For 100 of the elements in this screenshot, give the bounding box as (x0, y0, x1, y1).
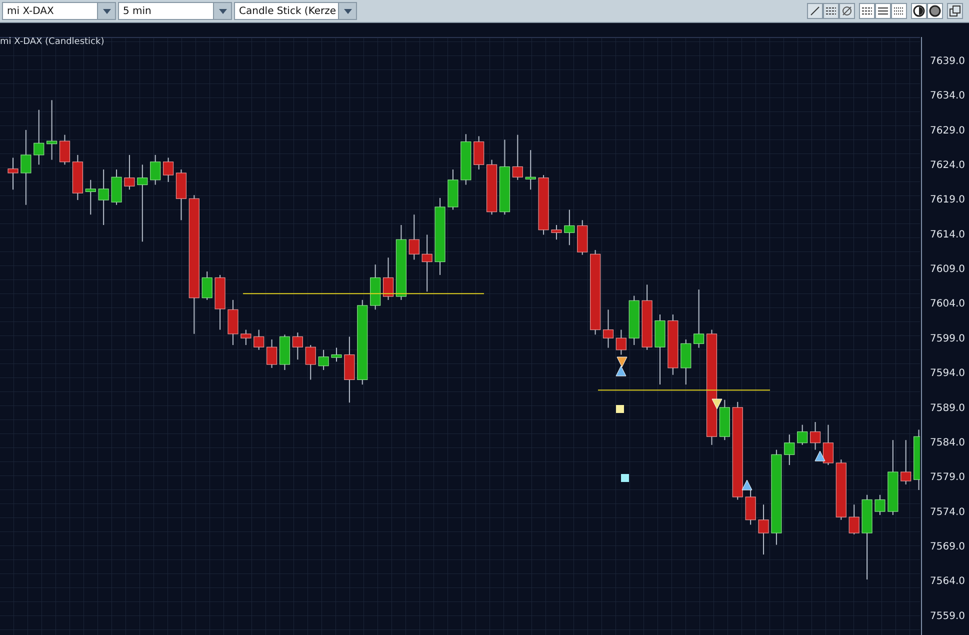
square-marker (621, 474, 629, 482)
candle (628, 295, 640, 346)
candle (914, 429, 920, 490)
candle (719, 399, 730, 441)
caret-icon (344, 8, 352, 14)
candle (538, 174, 549, 236)
candle (900, 440, 912, 485)
candle (512, 134, 523, 180)
candle (564, 209, 575, 246)
line-button[interactable] (807, 3, 823, 19)
candle (822, 424, 834, 466)
circle-slash-icon (840, 4, 854, 18)
candle (46, 100, 58, 160)
candle (758, 504, 769, 556)
up-triangle-icon (616, 366, 626, 376)
horizontal-lines-button[interactable] (823, 3, 839, 19)
dropdown[interactable]: Candle Stick (Kerze (234, 2, 358, 20)
candle (98, 169, 109, 226)
candle (602, 309, 614, 348)
candle (305, 344, 316, 380)
candle (254, 329, 264, 350)
axis-label: 7584.0 (930, 437, 965, 448)
candle (836, 458, 846, 520)
candle (680, 338, 692, 386)
candle (331, 347, 342, 362)
up-triangle-icon (742, 480, 752, 490)
axis-label: 7564.0 (930, 576, 965, 588)
candle (292, 332, 303, 360)
candle (8, 157, 18, 190)
candle (460, 134, 472, 186)
line-icon (808, 4, 822, 18)
candle (654, 314, 666, 386)
candle (474, 136, 484, 170)
candle (486, 159, 498, 216)
candle (810, 422, 821, 450)
caret-icon (218, 8, 226, 14)
candle (176, 169, 187, 221)
axis-label: 7594.0 (930, 368, 965, 380)
candle (124, 154, 135, 190)
candle (85, 179, 96, 216)
windows-icon (948, 4, 962, 18)
candle (279, 334, 290, 370)
axis-label: 7639.0 (930, 56, 965, 67)
candle (202, 270, 212, 300)
down-triangle-icon (712, 398, 722, 410)
candle (382, 257, 394, 300)
half-circle-button[interactable] (911, 3, 927, 19)
candle (214, 274, 226, 330)
axis-label: 7619.0 (930, 194, 965, 206)
axis-label: 7604.0 (930, 298, 965, 310)
candle (72, 154, 83, 201)
grid-lines-button[interactable] (859, 3, 875, 19)
candle (448, 169, 458, 210)
candle (59, 134, 70, 166)
candle (228, 299, 238, 346)
windows-button[interactable] (947, 3, 963, 19)
grid-lines-button[interactable] (875, 3, 891, 19)
candle (784, 434, 795, 466)
axis-label: 7609.0 (930, 264, 965, 276)
grid-lines-button[interactable] (891, 3, 907, 19)
candle (370, 264, 381, 310)
candle (874, 494, 886, 516)
axis-label: 7624.0 (930, 160, 965, 171)
candle (694, 289, 704, 348)
square-marker (616, 405, 624, 413)
candle (408, 214, 420, 260)
candle (150, 154, 161, 186)
candle (551, 224, 562, 240)
half-circle-icon (912, 4, 926, 18)
down-triangle-icon (616, 356, 628, 368)
axis-label: 7574.0 (930, 506, 965, 518)
up-triangle-icon (814, 450, 826, 462)
candle (745, 490, 756, 526)
axis-label: 7614.0 (930, 229, 965, 240)
chart-title: mi X-DAX (Candlestick) (0, 36, 104, 49)
axis-label: 7629.0 (930, 125, 965, 136)
axis-label: 7589.0 (930, 402, 965, 414)
axis-label: 7599.0 (930, 333, 965, 344)
axis-label: 7559.0 (930, 610, 965, 622)
circle-slash-button[interactable] (839, 3, 855, 19)
dropdown[interactable]: mi X-DAX (2, 2, 116, 20)
candle (34, 109, 44, 166)
candle (266, 338, 278, 368)
candle (797, 424, 808, 446)
candle (668, 314, 678, 376)
candle (616, 329, 626, 356)
candle (240, 329, 252, 346)
candle (318, 349, 329, 370)
candle (577, 220, 588, 256)
caret-icon (102, 8, 110, 14)
candle (642, 284, 652, 350)
candle (111, 169, 122, 206)
candle (525, 150, 536, 190)
candle (848, 504, 860, 535)
dropdown[interactable]: 5 min (118, 2, 232, 20)
candle (162, 157, 174, 182)
axis-label: 7634.0 (930, 90, 965, 102)
axis-label: 7579.0 (930, 472, 965, 484)
candle (344, 336, 355, 404)
candle (422, 234, 432, 292)
